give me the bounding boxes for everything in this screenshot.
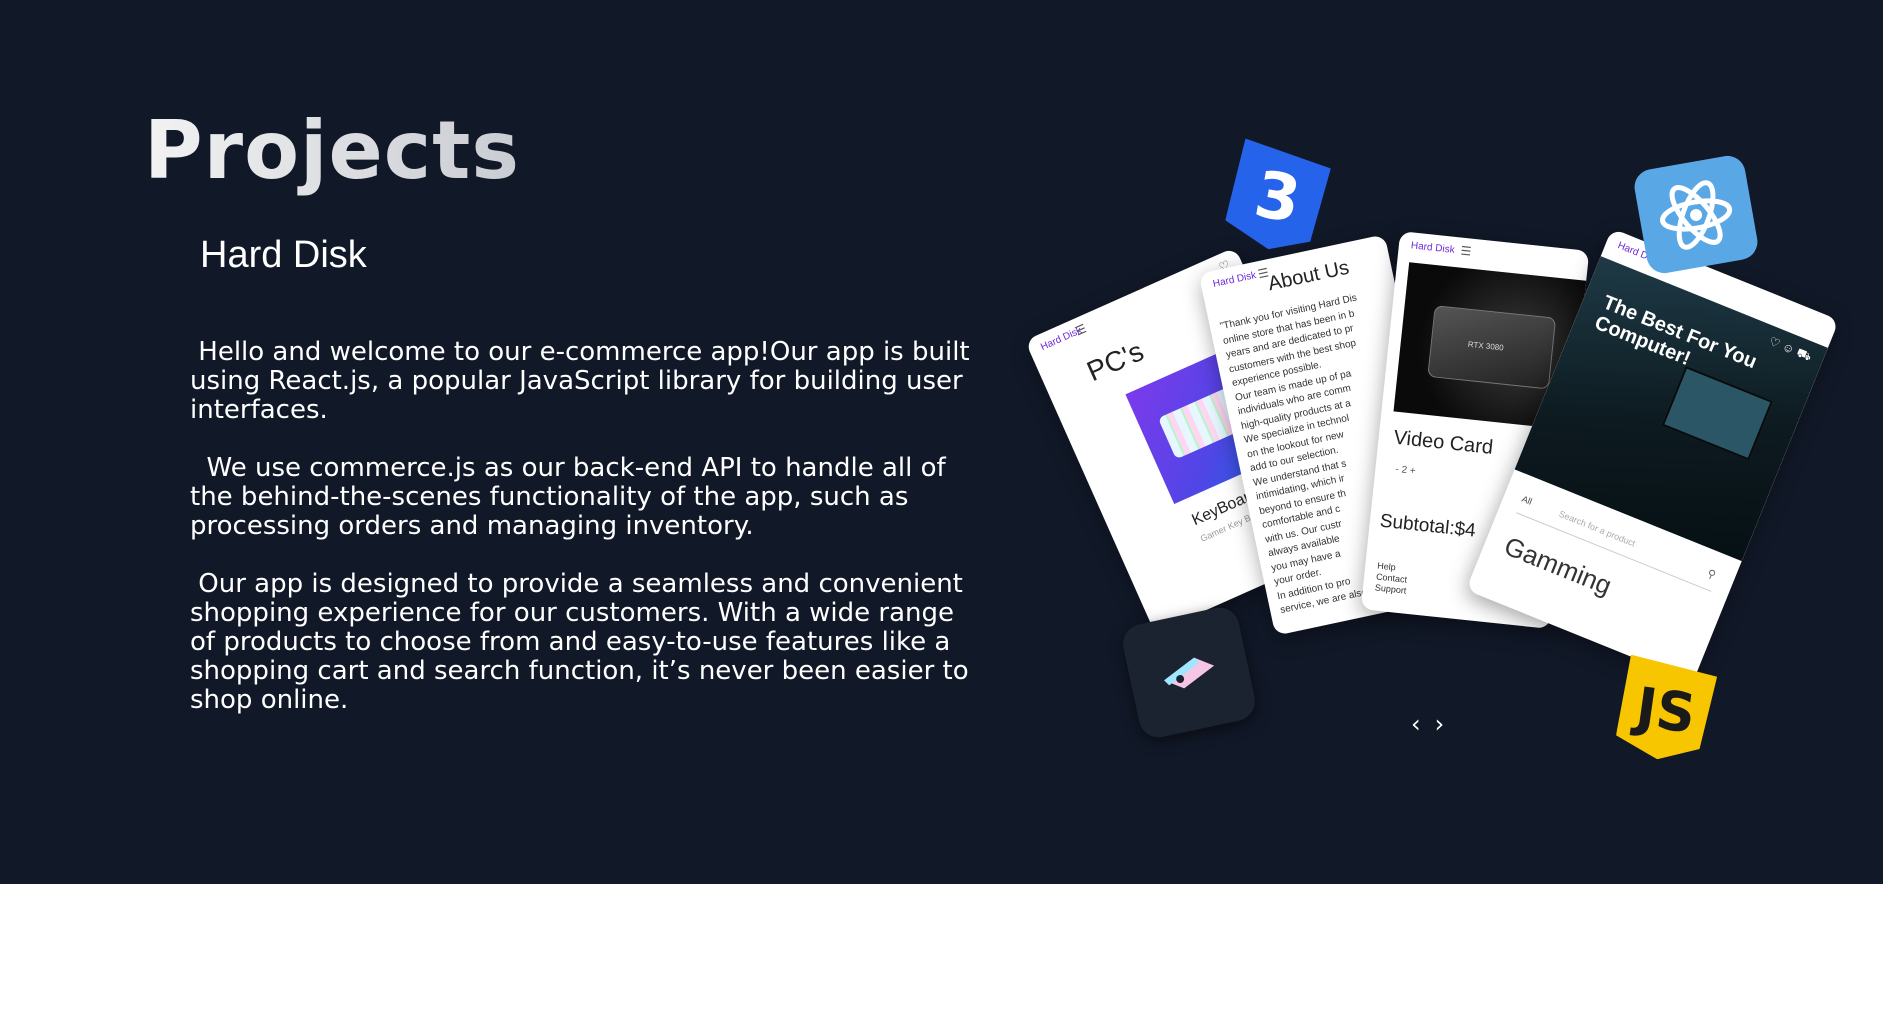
card-heading: About Us [1266, 256, 1352, 296]
footer-links: Help Contact Support [1374, 560, 1408, 596]
quantity-stepper: - 2 + [1394, 463, 1417, 477]
project-description: Hello and welcome to our e-commerce app!… [190, 338, 970, 744]
css3-icon: 3 [1222, 138, 1334, 258]
carousel-controls: ‹ › [1411, 712, 1444, 736]
search-icon: ⚲ [1705, 567, 1718, 582]
description-paragraph: Hello and welcome to our e-commerce app!… [190, 337, 978, 425]
projects-section: Projects Hard Disk Hello and welcome to … [0, 0, 1892, 884]
section-title: Projects [144, 104, 521, 197]
card-heading: PC's [1082, 335, 1149, 388]
subtotal-text: Subtotal:$4 [1378, 510, 1477, 542]
filter-label: All [1520, 493, 1534, 507]
javascript-icon: JS [1613, 654, 1718, 766]
project-name: Hard Disk [200, 234, 367, 276]
description-paragraph: Our app is designed to provide a seamles… [190, 569, 977, 715]
description-paragraph: We use commerce.js as our back-end API t… [190, 453, 954, 541]
brand-label: Hard Disk [1410, 240, 1456, 256]
carousel-prev-button[interactable]: ‹ [1411, 712, 1421, 736]
gpu-label: RTX 3080 [1467, 339, 1505, 353]
carousel-next-button[interactable]: › [1435, 712, 1445, 736]
react-icon [1631, 153, 1761, 276]
project-showcase-image: Hard Disk ☰ ♡ PC's KeyBoard Gamer Key Bo… [1024, 130, 1860, 770]
page-edge [1883, 0, 1892, 884]
brand-label: Hard Disk [1212, 269, 1258, 290]
search-placeholder: Search for a product [1557, 508, 1637, 549]
menu-icon: ☰ [1459, 243, 1473, 259]
card-heading: Video Card [1392, 426, 1495, 459]
figma-like-icon [1119, 603, 1259, 742]
